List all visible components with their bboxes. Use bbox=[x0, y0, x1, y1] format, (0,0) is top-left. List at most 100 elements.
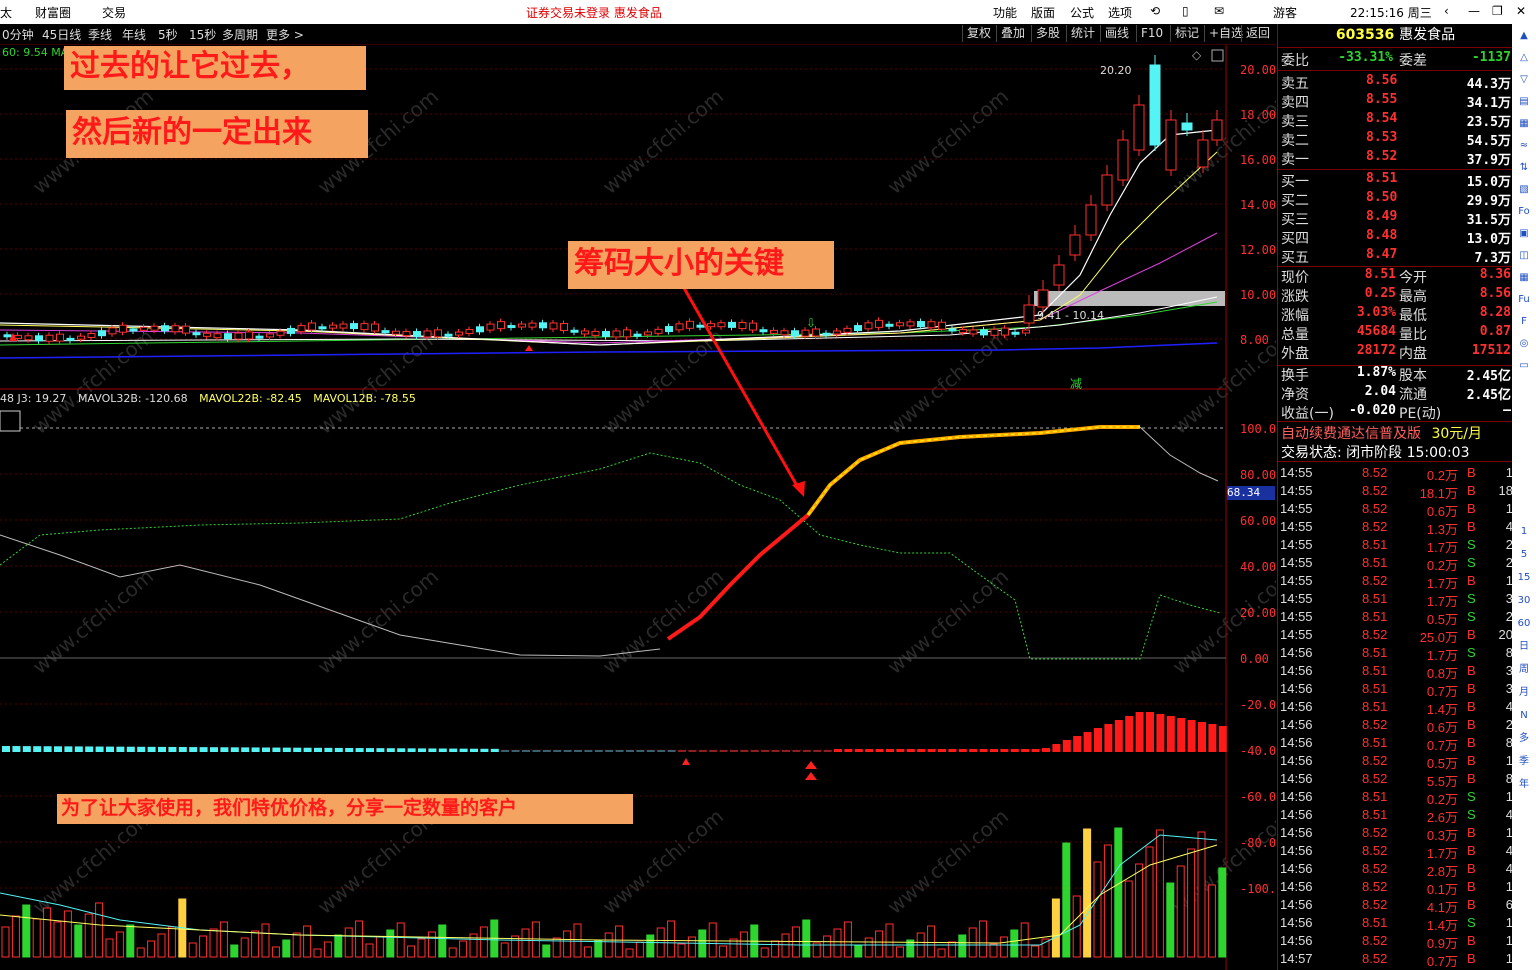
period-5s[interactable]: 5秒 bbox=[158, 26, 178, 43]
close-icon[interactable]: ✕ bbox=[1516, 4, 1526, 18]
sidebar-tool-icon[interactable]: ▤ bbox=[1515, 94, 1533, 110]
mail-icon[interactable]: ✉ bbox=[1214, 4, 1224, 18]
sidebar-period-11[interactable]: 年 bbox=[1515, 777, 1533, 793]
asks-row-3[interactable]: 卖二 8.53 54.5万 bbox=[1281, 130, 1511, 149]
tick-volume: 0.3万 bbox=[1426, 828, 1458, 843]
btn-draw[interactable]: 画线 bbox=[1100, 25, 1133, 42]
stat-value: 8.56 bbox=[1479, 286, 1511, 301]
period-0min[interactable]: 0分钟 bbox=[2, 26, 34, 43]
sidebar-tool-icon[interactable]: ⇅ bbox=[1515, 160, 1533, 176]
tick-volume: 1.4万 bbox=[1426, 702, 1458, 717]
sidebar-tool-icon[interactable]: ≈ bbox=[1515, 138, 1533, 154]
btn-mark[interactable]: 标记 bbox=[1170, 25, 1203, 42]
tick-row: 14:56 8.52 0.5万 B 1 bbox=[1280, 753, 1513, 771]
indicator-bar bbox=[178, 747, 187, 752]
asks-row-0[interactable]: 卖五 8.56 44.3万 bbox=[1281, 73, 1511, 92]
menu-formula[interactable]: 公式 bbox=[1070, 4, 1094, 21]
sidebar-tool-icon[interactable]: △ bbox=[1515, 50, 1533, 66]
sidebar-tool-icon[interactable]: ▧ bbox=[1515, 182, 1533, 198]
indicator-bar bbox=[262, 747, 270, 752]
menu-item-caifuquan[interactable]: 财富圈 bbox=[35, 4, 71, 21]
sidebar-period-3[interactable]: 30 bbox=[1515, 593, 1533, 609]
btn-return[interactable]: 返回 bbox=[1241, 25, 1274, 42]
range-band bbox=[1034, 291, 1225, 306]
asks-row-4[interactable]: 卖一 8.52 37.9万 bbox=[1281, 149, 1511, 168]
indicator-bar bbox=[116, 746, 125, 752]
stat-value: 45684 bbox=[1356, 324, 1396, 339]
volume-bar bbox=[1114, 827, 1123, 958]
volume-bar bbox=[240, 937, 249, 958]
period-year[interactable]: 年线 bbox=[122, 26, 146, 43]
sidebar-period-9[interactable]: 多 bbox=[1515, 731, 1533, 747]
period-more[interactable]: 更多 > bbox=[266, 26, 304, 43]
bids-row-3[interactable]: 买四 8.48 13.0万 bbox=[1281, 228, 1511, 247]
btn-stats[interactable]: 统计 bbox=[1066, 25, 1099, 42]
sidebar-period-0[interactable]: 1 bbox=[1515, 524, 1533, 540]
bids-row-1[interactable]: 买二 8.50 29.9万 bbox=[1281, 190, 1511, 209]
menu-item-trade[interactable]: 交易 bbox=[102, 4, 126, 21]
sidebar-tool-icon[interactable]: ▣ bbox=[1515, 226, 1533, 242]
sidebar-tool-icon[interactable]: ▽ bbox=[1515, 72, 1533, 88]
sidebar-tool-icon[interactable]: Fo bbox=[1515, 204, 1533, 220]
sidebar-tool-icon[interactable]: F bbox=[1515, 314, 1533, 330]
sidebar-tool-icon[interactable]: ▭ bbox=[1515, 358, 1533, 374]
sidebar-period-10[interactable]: 季 bbox=[1515, 754, 1533, 770]
btn-f10[interactable]: F10 bbox=[1136, 25, 1167, 42]
sidebar-tool-icon[interactable]: Fu bbox=[1515, 292, 1533, 308]
asks-row-1[interactable]: 卖四 8.55 34.1万 bbox=[1281, 92, 1511, 111]
sidebar-period-2[interactable]: 15 bbox=[1515, 570, 1533, 586]
sidebar-period-4[interactable]: 60 bbox=[1515, 616, 1533, 632]
candle-body bbox=[1133, 104, 1145, 151]
volume-bar bbox=[583, 946, 592, 958]
period-15s[interactable]: 15秒 bbox=[189, 26, 216, 43]
sidebar-period-6[interactable]: 周 bbox=[1515, 662, 1533, 678]
ad-banner[interactable]: 自动续费通达信普及版 30元/月 bbox=[1281, 423, 1482, 443]
refresh-icon[interactable]: ⟲ bbox=[1150, 4, 1160, 18]
phone-icon[interactable]: ▯ bbox=[1182, 4, 1189, 18]
menu-item-tai[interactable]: 太 bbox=[0, 4, 12, 21]
period-quarter[interactable]: 季线 bbox=[88, 26, 112, 43]
btn-overlay[interactable]: 叠加 bbox=[996, 25, 1029, 42]
back-icon[interactable]: ‹ bbox=[1444, 4, 1449, 18]
bids-row-0[interactable]: 买一 8.51 15.0万 bbox=[1281, 171, 1511, 190]
maximize-icon[interactable]: ❐ bbox=[1492, 4, 1503, 18]
sidebar-period-7[interactable]: 月 bbox=[1515, 685, 1533, 701]
period-45day[interactable]: 45日线 bbox=[42, 26, 81, 43]
indicator-bar bbox=[22, 746, 31, 752]
candle-body bbox=[570, 329, 579, 333]
indicator-bar bbox=[74, 746, 83, 752]
asks-row-2[interactable]: 卖三 8.54 23.5万 bbox=[1281, 111, 1511, 130]
menu-function[interactable]: 功能 bbox=[993, 4, 1017, 21]
indicator-bar bbox=[334, 747, 343, 752]
minimize-icon[interactable]: — bbox=[1468, 4, 1480, 18]
mavol22-value: MAVOL22B: -82.45 bbox=[199, 392, 302, 405]
sidebar-period-1[interactable]: 5 bbox=[1515, 547, 1533, 563]
stat-value: 0.25 bbox=[1364, 286, 1396, 301]
bids-row-2[interactable]: 买三 8.49 31.5万 bbox=[1281, 209, 1511, 228]
tick-price: 8.51 bbox=[1362, 915, 1388, 930]
sidebar-tool-icon[interactable]: ◫ bbox=[1515, 248, 1533, 264]
sidebar-tool-icon[interactable]: ◎ bbox=[1515, 336, 1533, 352]
tick-time: 14:56 bbox=[1280, 807, 1313, 822]
btn-fuquan[interactable]: 复权 bbox=[962, 25, 995, 42]
tick-row: 14:55 8.52 0.2万 B 1 bbox=[1280, 465, 1513, 483]
sidebar-period-5[interactable]: 日 bbox=[1515, 639, 1533, 655]
candle-body bbox=[150, 325, 159, 331]
menu-layout[interactable]: 版面 bbox=[1031, 4, 1055, 21]
level-label: 卖一 bbox=[1281, 152, 1309, 168]
btn-multistock[interactable]: 多股 bbox=[1031, 25, 1064, 42]
period-multi[interactable]: 多周期 bbox=[222, 26, 258, 43]
candle-body bbox=[938, 321, 946, 330]
sidebar-tool-icon[interactable]: ▦ bbox=[1515, 270, 1533, 286]
menu-options[interactable]: 选项 bbox=[1108, 4, 1132, 21]
indicator-bar bbox=[979, 749, 988, 752]
volume-bar bbox=[167, 926, 176, 958]
kline-chart[interactable]: www.cfchi.com www.cfchi.com www.cfchi.com w… bbox=[0, 45, 1276, 970]
bids-row-4[interactable]: 买五 8.47 7.3万 bbox=[1281, 247, 1511, 266]
sidebar-tool-icon[interactable]: ▦ bbox=[1515, 116, 1533, 132]
sidebar-tool-icon[interactable]: ▲ bbox=[1515, 28, 1533, 44]
volume-bar bbox=[261, 923, 270, 958]
tick-price: 8.52 bbox=[1362, 717, 1388, 732]
tick-volume: 2.6万 bbox=[1426, 810, 1458, 825]
sidebar-period-8[interactable]: N bbox=[1515, 708, 1533, 724]
